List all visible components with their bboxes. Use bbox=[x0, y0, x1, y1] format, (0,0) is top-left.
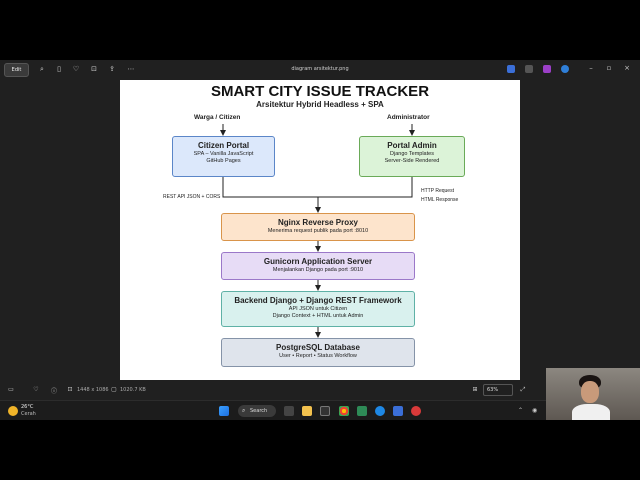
portal-admin-line2: Server-Side Rendered bbox=[384, 158, 440, 164]
file-title: diagram arsitektur.png bbox=[291, 66, 349, 72]
diagram-subtitle: Arsitektur Hybrid Headless + SPA bbox=[256, 100, 384, 109]
portal-admin-line1: Django Templates bbox=[390, 151, 434, 157]
app-icon-2[interactable] bbox=[525, 65, 533, 73]
backend-box: Backend Django + Django REST Framework A… bbox=[221, 291, 415, 327]
actor-admin: Administrator bbox=[387, 114, 430, 121]
citizen-portal-title: Citizen Portal bbox=[197, 141, 250, 150]
architecture-diagram: SMART CITY ISSUE TRACKER Arsitektur Hybr… bbox=[120, 80, 520, 380]
photos-icon[interactable] bbox=[393, 406, 403, 416]
status-bar: ▭ ♡ ⓘ ⊡ 1448 x 1086 ▢ 1020.7 KB ⊞ 63% ⤢ bbox=[0, 380, 640, 400]
edge-label-html-response: HTML Response bbox=[421, 197, 459, 203]
crop-icon[interactable]: ⊡ bbox=[90, 65, 98, 73]
close-icon[interactable]: × bbox=[622, 64, 632, 72]
portal-admin-title: Portal Admin bbox=[387, 141, 437, 150]
citizen-portal-line1: SPA – Vanilla JavaScript bbox=[193, 151, 254, 157]
search-box[interactable]: ⌕ Search bbox=[238, 405, 276, 417]
maximize-icon[interactable]: ▫ bbox=[604, 64, 614, 72]
postgres-title: PostgreSQL Database bbox=[276, 343, 360, 352]
file-explorer-icon[interactable] bbox=[302, 406, 312, 416]
postgres-line1: User • Report • Status Workflow bbox=[279, 353, 357, 359]
postgres-box: PostgreSQL Database User • Report • Stat… bbox=[221, 338, 415, 367]
backend-title: Backend Django + Django REST Framework bbox=[234, 296, 402, 305]
edit-button[interactable]: Edit bbox=[4, 63, 29, 77]
zoom-level[interactable]: 63% bbox=[483, 384, 513, 396]
share-icon[interactable]: ⇪ bbox=[108, 65, 116, 73]
citizen-portal-line2: GitHub Pages bbox=[206, 158, 241, 164]
filmstrip-icon[interactable]: ▭ bbox=[7, 386, 15, 393]
minimize-icon[interactable]: – bbox=[586, 64, 596, 72]
screen: Edit ⌕ ▯ ♡ ⊡ ⇪ ⋯ diagram arsitektur.png … bbox=[0, 60, 640, 420]
gunicorn-title: Gunicorn Application Server bbox=[263, 257, 373, 266]
portal-admin-box: Portal Admin Django Templates Server-Sid… bbox=[359, 136, 465, 177]
weather-temperature: 26°C bbox=[21, 404, 34, 410]
fit-icon[interactable]: ⊞ bbox=[471, 386, 479, 393]
chevron-up-icon[interactable]: ⌃ bbox=[518, 407, 523, 414]
image-canvas: SMART CITY ISSUE TRACKER Arsitektur Hybr… bbox=[0, 80, 640, 380]
actor-citizen: Warga / Citizen bbox=[194, 114, 241, 121]
terminal-icon[interactable] bbox=[320, 406, 330, 416]
edge-label-http-request: HTTP Request bbox=[421, 188, 454, 194]
file-size: 1020.7 KB bbox=[120, 387, 146, 393]
backend-line1: API JSON untuk Citizen bbox=[288, 306, 348, 312]
nginx-line1: Menerima request publik pada port :8010 bbox=[267, 228, 369, 234]
start-icon[interactable] bbox=[219, 406, 229, 416]
chrome-icon[interactable] bbox=[339, 406, 349, 416]
citizen-portal-box: Citizen Portal SPA – Vanilla JavaScript … bbox=[172, 136, 275, 177]
weather-widget[interactable]: 26°C Cerah bbox=[8, 404, 48, 418]
person-shirt bbox=[572, 404, 610, 420]
gunicorn-box: Gunicorn Application Server Menjalankan … bbox=[221, 252, 415, 280]
gunicorn-line1: Menjalankan Django pada port :9010 bbox=[272, 267, 364, 273]
edge-label-rest: REST API JSON + CORS bbox=[163, 194, 221, 200]
app-icon-1[interactable] bbox=[507, 65, 515, 73]
task-view-icon[interactable] bbox=[284, 406, 294, 416]
image-dimensions: 1448 x 1086 bbox=[77, 387, 109, 393]
backend-line2: Django Context + HTML untuk Admin bbox=[272, 313, 364, 319]
dimensions-icon: ⊡ bbox=[67, 386, 73, 393]
edge-icon[interactable] bbox=[375, 406, 385, 416]
fullscreen-icon[interactable]: ⤢ bbox=[519, 386, 527, 394]
favorite-status-icon[interactable]: ♡ bbox=[32, 386, 40, 393]
more-icon[interactable]: ⋯ bbox=[127, 65, 135, 73]
zoom-value: 63% bbox=[487, 387, 499, 393]
network-icon[interactable]: ◉ bbox=[532, 407, 537, 414]
diagram-title: SMART CITY ISSUE TRACKER bbox=[210, 83, 430, 100]
nginx-title: Nginx Reverse Proxy bbox=[277, 218, 359, 227]
photos-toolbar: Edit ⌕ ▯ ♡ ⊡ ⇪ ⋯ diagram arsitektur.png … bbox=[0, 60, 640, 80]
app-icon-red[interactable] bbox=[411, 406, 421, 416]
sun-icon bbox=[8, 406, 18, 416]
search-label: Search bbox=[250, 408, 268, 414]
info-icon[interactable]: ⓘ bbox=[50, 386, 58, 395]
person-face bbox=[581, 381, 599, 403]
delete-icon[interactable]: ▯ bbox=[55, 65, 63, 73]
cloud-icon[interactable] bbox=[561, 65, 569, 73]
app-icon-green[interactable] bbox=[357, 406, 367, 416]
app-icon-3[interactable] bbox=[543, 65, 551, 73]
filesize-icon: ▢ bbox=[111, 386, 117, 393]
webcam-overlay bbox=[546, 368, 640, 420]
nginx-box: Nginx Reverse Proxy Menerima request pub… bbox=[221, 213, 415, 241]
favorite-icon[interactable]: ♡ bbox=[72, 65, 80, 73]
search-icon: ⌕ bbox=[242, 407, 246, 414]
taskbar: 26°C Cerah ⌕ Search ⌃ ◉ bbox=[0, 400, 640, 420]
zoom-icon[interactable]: ⌕ bbox=[38, 65, 46, 73]
merge-connector bbox=[222, 177, 413, 198]
weather-condition: Cerah bbox=[21, 411, 36, 417]
